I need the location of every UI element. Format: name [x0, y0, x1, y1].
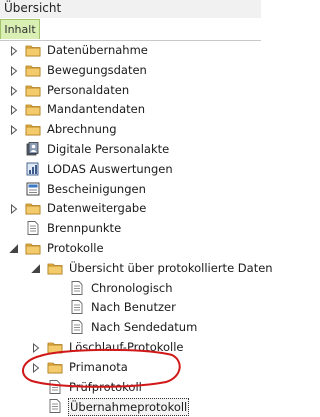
tree-item[interactable]: Übernahmeprotokoll	[0, 396, 261, 417]
tree-item[interactable]: Primanota	[0, 357, 261, 377]
tree-item-label: Datenübernahme	[47, 43, 148, 57]
tree-item-label: Digitale Personalakte	[47, 142, 170, 156]
certificate-icon	[25, 181, 41, 197]
tree-item[interactable]: Protokolle	[0, 238, 261, 258]
folder-icon	[25, 121, 41, 137]
document-icon	[69, 299, 85, 315]
document-icon	[69, 319, 85, 335]
tab-inhalt[interactable]: Inhalt	[0, 19, 40, 39]
folder-icon	[25, 240, 41, 256]
personalakte-icon	[25, 141, 41, 157]
expand-arrow-icon[interactable]	[9, 124, 19, 136]
expand-arrow-icon[interactable]	[31, 342, 41, 354]
tree-item-label: Mandantendaten	[47, 102, 145, 117]
tree-item-label: Brennpunkte	[47, 221, 122, 236]
tree-item[interactable]: Prüfprotokoll	[0, 377, 261, 397]
tree-item-label: Nach Sendedatum	[91, 320, 198, 335]
tree-item-label: Bewegungsdaten	[47, 62, 147, 77]
document-icon	[25, 220, 41, 236]
tree-item[interactable]: Digitale Personalakte	[0, 139, 261, 159]
tree-item[interactable]: Nach Sendedatum	[0, 317, 261, 337]
tree-item-label: Datenweitergabe	[47, 201, 147, 216]
navigation-tree: Datenübernahme Bewegungsdaten Personaldate…	[0, 40, 273, 417]
report-icon	[25, 161, 41, 177]
expand-arrow-icon[interactable]	[9, 104, 19, 116]
folder-icon	[47, 359, 63, 375]
tree-item[interactable]: Bescheinigungen	[0, 179, 261, 199]
tree-item-label: Personaldaten	[47, 82, 130, 97]
expand-arrow-icon[interactable]	[9, 85, 19, 96]
tree-item[interactable]: Datenübernahme	[0, 40, 261, 60]
folder-icon	[25, 101, 41, 117]
tree-item-label: Nach Benutzer	[91, 300, 176, 315]
tree-item[interactable]: LODAS Auswertungen	[0, 159, 261, 179]
tree-item[interactable]: Löschlauf-Protokolle	[0, 337, 261, 357]
tree-item[interactable]: Übersicht über protokollierte Daten	[0, 258, 273, 278]
tree-item-label: Chronologisch	[91, 280, 173, 295]
tab-bar: Inhalt	[0, 18, 261, 41]
tree-item[interactable]: Nach Benutzer	[0, 297, 261, 317]
folder-icon	[47, 339, 63, 355]
tree-item-label: LODAS Auswertungen	[47, 161, 173, 176]
tree-item-label: Löschlauf-Protokolle	[69, 340, 184, 354]
tree-item-label: Übernahmeprotokoll	[68, 398, 190, 417]
folder-icon	[47, 260, 63, 276]
document-icon	[47, 398, 63, 414]
tree-item-label: Protokolle	[47, 241, 104, 255]
panel-header: Übersicht	[0, 0, 261, 18]
folder-icon	[25, 42, 41, 58]
tree-item-label: Bescheinigungen	[47, 181, 146, 196]
tree-item[interactable]: Datenweitergabe	[0, 198, 261, 218]
tree-item-label: Abrechnung	[47, 122, 117, 137]
folder-icon	[25, 82, 41, 98]
tree-item[interactable]: Abrechnung	[0, 119, 261, 139]
expand-arrow-icon[interactable]	[9, 45, 19, 57]
tree-item-label: Prüfprotokoll	[69, 379, 142, 394]
tree-item[interactable]: Brennpunkte	[0, 218, 261, 238]
tree-item[interactable]: Chronologisch	[0, 278, 261, 298]
folder-icon	[25, 200, 41, 216]
expand-arrow-icon[interactable]	[31, 362, 41, 373]
tree-item-label: Primanota	[69, 359, 128, 374]
document-icon	[69, 280, 85, 296]
tree-item-label: Übersicht über protokollierte Daten	[69, 260, 273, 275]
panel-title: Übersicht	[4, 1, 62, 15]
collapse-arrow-icon[interactable]	[31, 263, 41, 273]
collapse-arrow-icon[interactable]	[9, 243, 19, 253]
tree-item[interactable]: Mandantendaten	[0, 99, 261, 119]
tree-item[interactable]: Bewegungsdaten	[0, 60, 261, 80]
folder-icon	[25, 62, 41, 78]
expand-arrow-icon[interactable]	[9, 203, 19, 215]
expand-arrow-icon[interactable]	[9, 65, 19, 76]
document-icon	[47, 379, 63, 395]
tree-item[interactable]: Personaldaten	[0, 80, 261, 100]
